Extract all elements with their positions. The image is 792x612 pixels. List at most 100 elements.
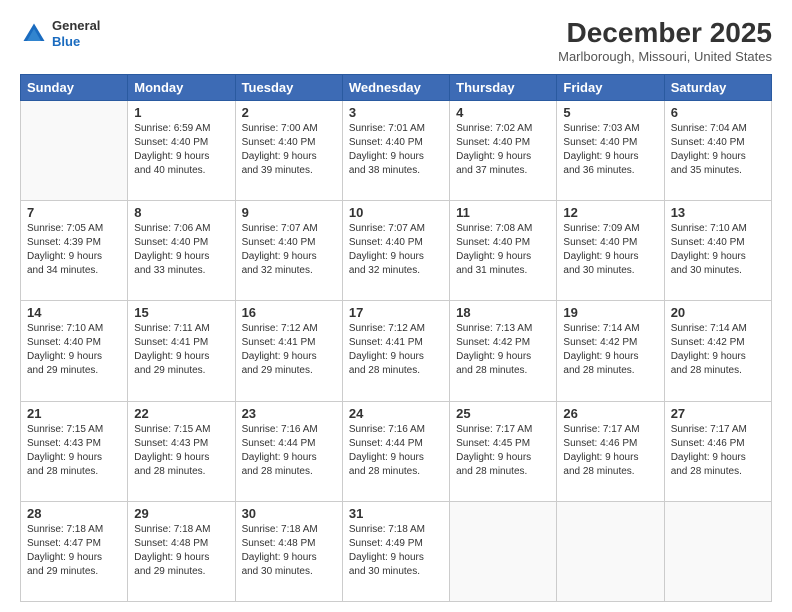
day-info: Sunrise: 7:18 AMSunset: 4:49 PMDaylight:… — [349, 523, 443, 579]
page: General Blue December 2025 Marlborough, … — [0, 0, 792, 612]
day-cell-21: 21 Sunrise: 7:15 AMSunset: 4:43 PMDayligh… — [21, 401, 128, 501]
logo-general: General — [52, 18, 100, 33]
day-cell-18: 18Sunrise: 7:13 AMSunset: 4:42 PMDayligh… — [450, 301, 557, 401]
day-number: 27 — [671, 406, 765, 421]
logo-text: General Blue — [52, 18, 100, 49]
week-row-0: 1 Sunrise: 6:59 AMSunset: 4:40 PMDaylight… — [21, 100, 772, 200]
day-cell-31: 31 Sunrise: 7:18 AMSunset: 4:49 PMDayligh… — [342, 501, 449, 601]
calendar-table: SundayMondayTuesdayWednesdayThursdayFrid… — [20, 74, 772, 602]
day-info: Sunrise: 7:17 AMSunset: 4:46 PMDaylight:… — [671, 423, 765, 479]
day-cell-empty — [557, 501, 664, 601]
day-cell-empty — [21, 100, 128, 200]
day-info: Sunrise: 7:13 AMSunset: 4:42 PMDaylight:… — [456, 322, 550, 378]
day-number: 28 — [27, 506, 121, 521]
day-cell-17: 17 Sunrise: 7:12 AMSunset: 4:41 PMDayligh… — [342, 301, 449, 401]
day-number: 8 — [134, 205, 228, 220]
day-cell-10: 10 Sunrise: 7:07 AMSunset: 4:40 PMDayligh… — [342, 201, 449, 301]
day-cell-1: 1 Sunrise: 6:59 AMSunset: 4:40 PMDaylight… — [128, 100, 235, 200]
day-info: Sunrise: 7:17 AMSunset: 4:46 PMDaylight:… — [563, 423, 657, 479]
day-number: 7 — [27, 205, 121, 220]
day-info: Sunrise: 7:02 AMSunset: 4:40 PMDaylight:… — [456, 122, 550, 178]
weekday-header-row: SundayMondayTuesdayWednesdayThursdayFrid… — [21, 74, 772, 100]
day-info: Sunrise: 7:03 AMSunset: 4:40 PMDaylight:… — [563, 122, 657, 178]
day-number: 17 — [349, 305, 443, 320]
week-row-2: 14Sunrise: 7:10 AMSunset: 4:40 PMDayligh… — [21, 301, 772, 401]
day-cell-2: 2 Sunrise: 7:00 AMSunset: 4:40 PMDaylight… — [235, 100, 342, 200]
day-number: 23 — [242, 406, 336, 421]
day-info: Sunrise: 7:00 AMSunset: 4:40 PMDaylight:… — [242, 122, 336, 178]
day-cell-16: 16 Sunrise: 7:12 AMSunset: 4:41 PMDayligh… — [235, 301, 342, 401]
day-cell-6: 6 Sunrise: 7:04 AMSunset: 4:40 PMDaylight… — [664, 100, 771, 200]
day-cell-11: 11 Sunrise: 7:08 AMSunset: 4:40 PMDayligh… — [450, 201, 557, 301]
day-cell-30: 30Sunrise: 7:18 AMSunset: 4:48 PMDayligh… — [235, 501, 342, 601]
day-number: 31 — [349, 506, 443, 521]
day-cell-7: 7Sunrise: 7:05 AMSunset: 4:39 PMDaylight… — [21, 201, 128, 301]
weekday-header-tuesday: Tuesday — [235, 74, 342, 100]
week-row-1: 7Sunrise: 7:05 AMSunset: 4:39 PMDaylight… — [21, 201, 772, 301]
day-cell-20: 20Sunrise: 7:14 AMSunset: 4:42 PMDayligh… — [664, 301, 771, 401]
day-info: Sunrise: 7:14 AMSunset: 4:42 PMDaylight:… — [563, 322, 657, 378]
logo-icon — [20, 20, 48, 48]
day-cell-9: 9 Sunrise: 7:07 AMSunset: 4:40 PMDaylight… — [235, 201, 342, 301]
day-cell-5: 5Sunrise: 7:03 AMSunset: 4:40 PMDaylight… — [557, 100, 664, 200]
day-info: Sunrise: 7:10 AMSunset: 4:40 PMDaylight:… — [671, 222, 765, 278]
day-number: 11 — [456, 205, 550, 220]
day-number: 25 — [456, 406, 550, 421]
weekday-header-wednesday: Wednesday — [342, 74, 449, 100]
day-number: 21 — [27, 406, 121, 421]
day-number: 20 — [671, 305, 765, 320]
day-number: 2 — [242, 105, 336, 120]
location: Marlborough, Missouri, United States — [558, 49, 772, 64]
day-info: Sunrise: 7:04 AMSunset: 4:40 PMDaylight:… — [671, 122, 765, 178]
header: General Blue December 2025 Marlborough, … — [20, 18, 772, 64]
day-number: 15 — [134, 305, 228, 320]
day-cell-28: 28 Sunrise: 7:18 AMSunset: 4:47 PMDayligh… — [21, 501, 128, 601]
week-row-4: 28 Sunrise: 7:18 AMSunset: 4:47 PMDayligh… — [21, 501, 772, 601]
day-number: 6 — [671, 105, 765, 120]
day-info: Sunrise: 7:12 AMSunset: 4:41 PMDaylight:… — [349, 322, 443, 378]
day-cell-24: 24Sunrise: 7:16 AMSunset: 4:44 PMDayligh… — [342, 401, 449, 501]
day-cell-19: 19 Sunrise: 7:14 AMSunset: 4:42 PMDayligh… — [557, 301, 664, 401]
day-cell-empty — [664, 501, 771, 601]
day-number: 3 — [349, 105, 443, 120]
day-number: 12 — [563, 205, 657, 220]
weekday-header-sunday: Sunday — [21, 74, 128, 100]
day-info: Sunrise: 7:07 AMSunset: 4:40 PMDaylight:… — [349, 222, 443, 278]
day-cell-empty — [450, 501, 557, 601]
day-cell-8: 8 Sunrise: 7:06 AMSunset: 4:40 PMDaylight… — [128, 201, 235, 301]
day-number: 10 — [349, 205, 443, 220]
day-cell-29: 29Sunrise: 7:18 AMSunset: 4:48 PMDayligh… — [128, 501, 235, 601]
day-number: 13 — [671, 205, 765, 220]
day-number: 16 — [242, 305, 336, 320]
day-info: Sunrise: 7:16 AMSunset: 4:44 PMDaylight:… — [242, 423, 336, 479]
day-info: Sunrise: 7:12 AMSunset: 4:41 PMDaylight:… — [242, 322, 336, 378]
day-number: 9 — [242, 205, 336, 220]
month-title: December 2025 — [558, 18, 772, 49]
day-number: 14 — [27, 305, 121, 320]
day-info: Sunrise: 7:15 AMSunset: 4:43 PMDaylight:… — [134, 423, 228, 479]
day-info: Sunrise: 7:07 AMSunset: 4:40 PMDaylight:… — [242, 222, 336, 278]
day-info: Sunrise: 7:18 AMSunset: 4:48 PMDaylight:… — [242, 523, 336, 579]
day-number: 1 — [134, 105, 228, 120]
day-cell-25: 25 Sunrise: 7:17 AMSunset: 4:45 PMDayligh… — [450, 401, 557, 501]
day-cell-14: 14Sunrise: 7:10 AMSunset: 4:40 PMDayligh… — [21, 301, 128, 401]
weekday-header-thursday: Thursday — [450, 74, 557, 100]
weekday-header-monday: Monday — [128, 74, 235, 100]
day-info: Sunrise: 7:18 AMSunset: 4:47 PMDaylight:… — [27, 523, 121, 579]
day-info: Sunrise: 7:08 AMSunset: 4:40 PMDaylight:… — [456, 222, 550, 278]
day-cell-15: 15Sunrise: 7:11 AMSunset: 4:41 PMDayligh… — [128, 301, 235, 401]
day-info: Sunrise: 7:06 AMSunset: 4:40 PMDaylight:… — [134, 222, 228, 278]
logo-blue: Blue — [52, 34, 80, 49]
day-number: 19 — [563, 305, 657, 320]
day-cell-4: 4 Sunrise: 7:02 AMSunset: 4:40 PMDaylight… — [450, 100, 557, 200]
day-cell-26: 26Sunrise: 7:17 AMSunset: 4:46 PMDayligh… — [557, 401, 664, 501]
day-cell-3: 3Sunrise: 7:01 AMSunset: 4:40 PMDaylight… — [342, 100, 449, 200]
day-info: Sunrise: 7:16 AMSunset: 4:44 PMDaylight:… — [349, 423, 443, 479]
day-number: 22 — [134, 406, 228, 421]
day-info: Sunrise: 6:59 AMSunset: 4:40 PMDaylight:… — [134, 122, 228, 178]
day-cell-22: 22 Sunrise: 7:15 AMSunset: 4:43 PMDayligh… — [128, 401, 235, 501]
day-info: Sunrise: 7:17 AMSunset: 4:45 PMDaylight:… — [456, 423, 550, 479]
day-number: 4 — [456, 105, 550, 120]
day-info: Sunrise: 7:15 AMSunset: 4:43 PMDaylight:… — [27, 423, 121, 479]
day-cell-12: 12Sunrise: 7:09 AMSunset: 4:40 PMDayligh… — [557, 201, 664, 301]
